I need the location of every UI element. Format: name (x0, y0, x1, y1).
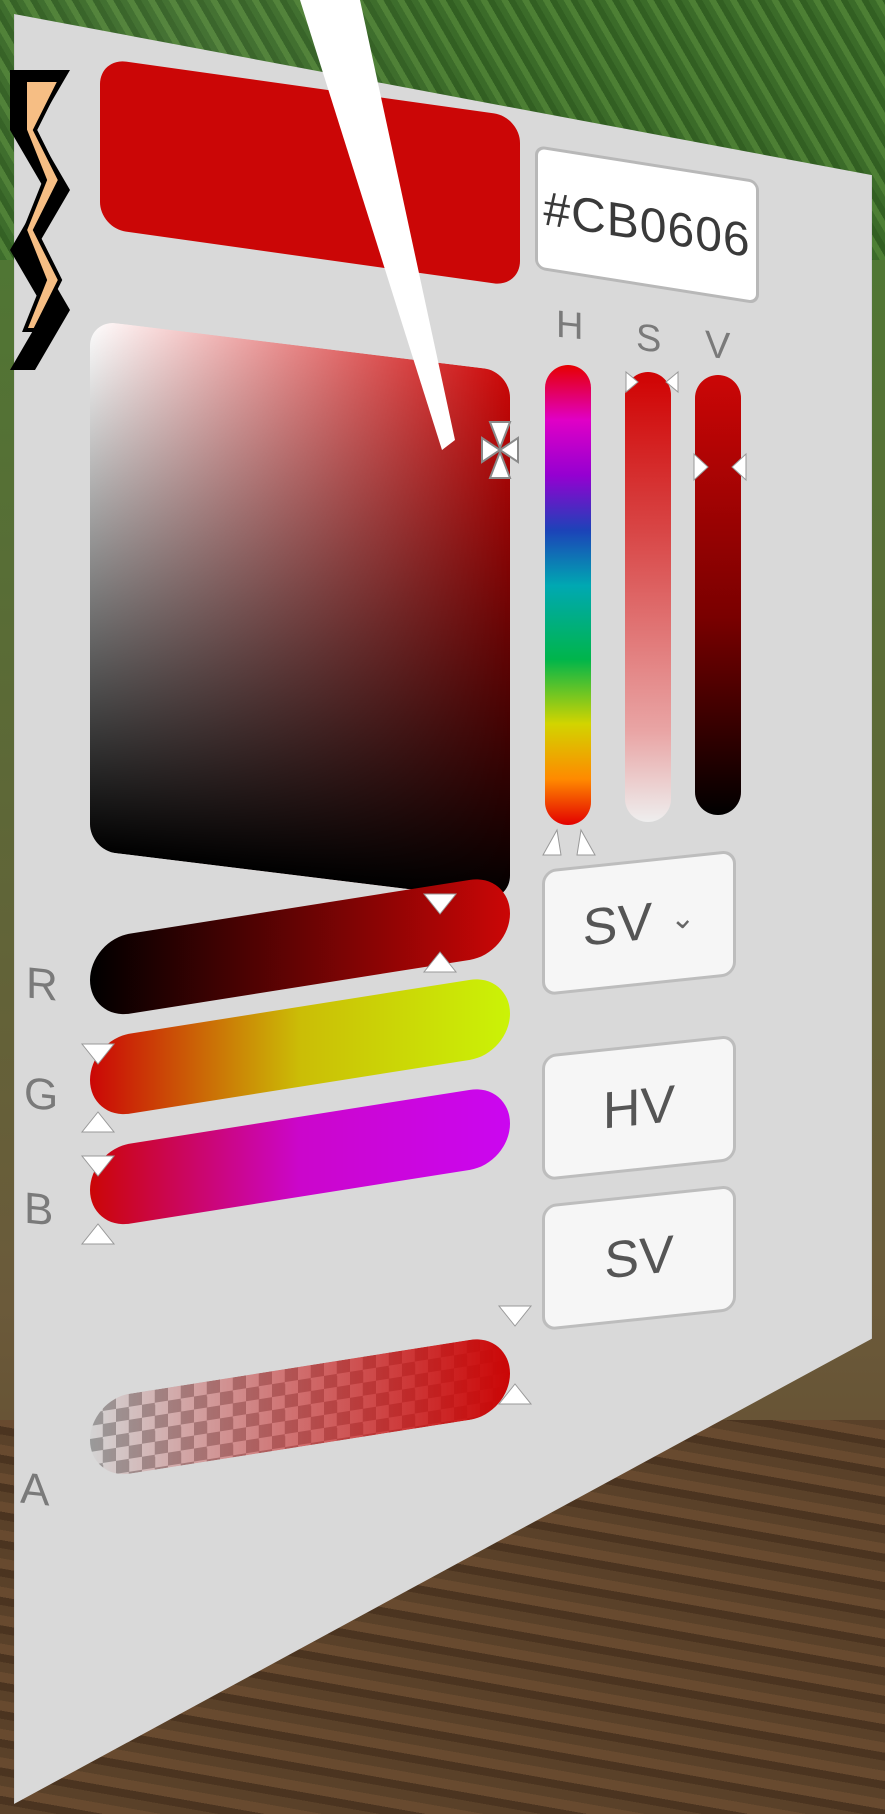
saturation-label: S (636, 316, 662, 362)
alpha-slider-handle[interactable] (495, 1300, 535, 1410)
zigzag-icon (10, 70, 70, 370)
mode-dropdown-value: SV (582, 892, 653, 958)
value-slider-handle[interactable] (690, 450, 750, 484)
sv-button-label: SV (604, 1225, 674, 1291)
hv-button[interactable]: HV (542, 1034, 736, 1181)
saturation-slider[interactable] (625, 372, 671, 822)
mode-dropdown[interactable]: SV ⌄ (542, 849, 736, 996)
blue-label: B (24, 1183, 54, 1236)
blue-slider-handle[interactable] (78, 1150, 118, 1250)
value-slider[interactable] (695, 375, 741, 815)
green-slider-handle[interactable] (78, 1038, 118, 1138)
chevron-down-icon: ⌄ (670, 900, 696, 937)
hv-button-label: HV (602, 1075, 676, 1141)
sv-button[interactable]: SV (542, 1184, 736, 1331)
alpha-label: A (20, 1463, 50, 1516)
saturation-slider-handle[interactable] (622, 368, 682, 398)
red-slider-handle[interactable] (420, 888, 460, 978)
hue-slider-handle[interactable] (535, 820, 605, 860)
hex-input-value: #CB0606 (543, 181, 751, 268)
saturation-value-area[interactable] (90, 320, 510, 902)
value-label: V (705, 323, 731, 369)
green-label: G (24, 1068, 59, 1121)
hue-label: H (556, 303, 584, 349)
sv-cursor[interactable] (480, 420, 520, 480)
hue-slider[interactable] (545, 365, 591, 825)
red-label: R (26, 958, 58, 1011)
